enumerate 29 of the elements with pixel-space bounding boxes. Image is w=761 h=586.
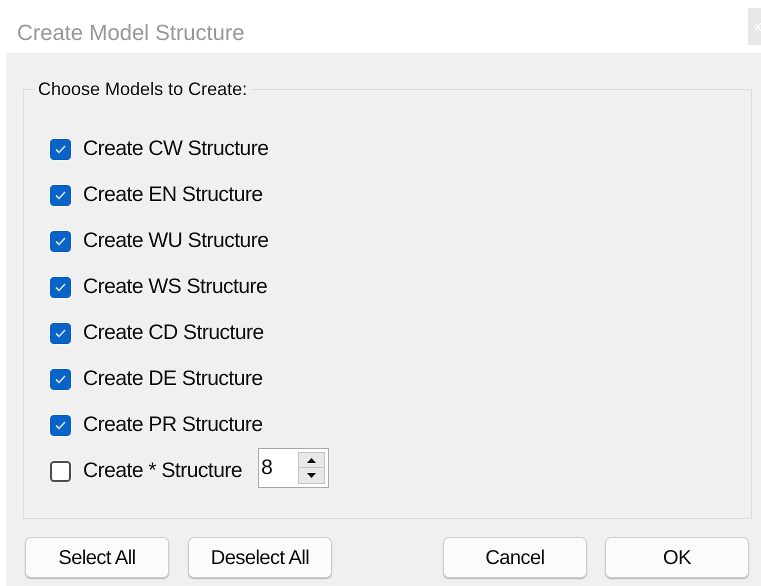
checkbox[interactable] xyxy=(50,368,71,390)
checkbox-label[interactable]: Create DE Structure xyxy=(83,363,263,395)
checkbox[interactable] xyxy=(50,138,71,160)
check-icon xyxy=(55,144,66,154)
checkbox-label[interactable]: Create CW Structure xyxy=(83,133,268,165)
check-icon xyxy=(55,328,66,338)
dialog-button[interactable]: Cancel xyxy=(443,537,587,578)
check-icon xyxy=(55,282,66,292)
number-spinner[interactable]: 8 xyxy=(258,448,330,488)
checkbox-label[interactable]: Create WU Structure xyxy=(83,225,268,257)
checkbox[interactable] xyxy=(50,414,71,436)
check-icon xyxy=(55,236,66,246)
checkbox[interactable] xyxy=(50,276,71,298)
check-icon xyxy=(55,420,66,430)
checkbox[interactable] xyxy=(50,322,71,344)
window-title: Create Model Structure xyxy=(17,19,244,47)
checkbox-label[interactable]: Create * Structure xyxy=(83,455,242,487)
check-icon xyxy=(55,190,66,200)
checkbox[interactable] xyxy=(50,460,71,482)
check-icon xyxy=(55,374,66,384)
checkbox-label[interactable]: Create PR Structure xyxy=(83,409,263,441)
dialog-button[interactable]: Deselect All xyxy=(188,537,332,578)
dialog-button[interactable]: OK xyxy=(605,537,749,578)
dialog-button[interactable]: Select All xyxy=(25,537,169,578)
checkbox[interactable] xyxy=(50,184,71,206)
checkbox-label[interactable]: Create CD Structure xyxy=(83,317,264,349)
checkbox[interactable] xyxy=(50,230,71,252)
checkbox-label[interactable]: Create WS Structure xyxy=(83,271,268,303)
checkbox-label[interactable]: Create EN Structure xyxy=(83,179,263,211)
